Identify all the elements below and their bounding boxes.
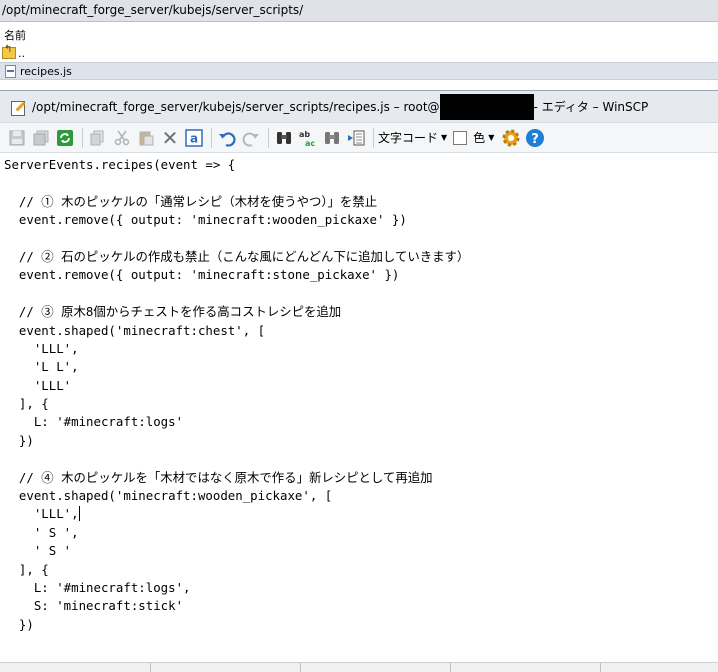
code-line: event.remove({ output: 'minecraft:wooden… xyxy=(4,212,407,228)
svg-text:?: ? xyxy=(532,132,540,147)
reload-icon[interactable] xyxy=(54,127,76,149)
code-line: 'L L', xyxy=(4,359,79,375)
code-line: 'LLL', xyxy=(4,506,80,522)
parent-folder-icon xyxy=(2,44,16,59)
code-line: ' S ' xyxy=(4,543,72,559)
file-row-recipes[interactable]: recipes.js xyxy=(0,62,718,80)
editor-app-icon xyxy=(10,99,26,116)
code-line: L: '#minecraft:logs', xyxy=(4,579,191,595)
paste-icon[interactable] xyxy=(135,127,157,149)
code-line: 'LLL', xyxy=(4,340,79,356)
chevron-down-icon: ▼ xyxy=(441,133,448,142)
redo-icon[interactable] xyxy=(240,127,262,149)
code-line: ' S ', xyxy=(4,524,79,540)
code-line: ServerEvents.recipes(event => { xyxy=(4,157,236,172)
svg-text:a: a xyxy=(190,131,198,145)
editor-toolbar: ✕ a ab ac 文字コード ▼ 色 ▼ ? xyxy=(0,123,718,153)
code-line: // ① 木のピッケルの「通常レシピ（木材を使うやつ）」を禁止 xyxy=(4,193,378,209)
status-bar xyxy=(0,662,718,672)
status-divider xyxy=(150,663,151,672)
code-line: event.shaped('minecraft:chest', [ xyxy=(4,322,266,338)
js-file-icon xyxy=(5,64,16,78)
editor-titlebar: /opt/minecraft_forge_server/kubejs/serve… xyxy=(0,91,718,123)
color-dropdown[interactable]: 色 ▼ xyxy=(473,129,494,146)
find-icon[interactable] xyxy=(273,127,295,149)
cut-icon[interactable] xyxy=(111,127,133,149)
settings-icon[interactable] xyxy=(500,127,522,149)
address-path[interactable]: /opt/minecraft_forge_server/kubejs/serve… xyxy=(0,0,718,22)
code-line: 'LLL' xyxy=(4,377,72,393)
editor-window: /opt/minecraft_forge_server/kubejs/serve… xyxy=(0,90,718,672)
encoding-label: 文字コード xyxy=(378,131,439,145)
title-path: /opt/minecraft_forge_server/kubejs/serve… xyxy=(32,99,440,114)
svg-text:ab: ab xyxy=(299,130,310,139)
svg-text:ac: ac xyxy=(305,139,315,147)
status-divider xyxy=(600,663,601,672)
code-line: }) xyxy=(4,432,34,448)
toolbar-separator xyxy=(82,127,83,148)
find-next-icon[interactable] xyxy=(321,127,343,149)
help-icon[interactable]: ? xyxy=(524,127,546,149)
save-icon[interactable] xyxy=(6,127,28,149)
code-line: // ② 石のピッケルの作成も禁止（こんな風にどんどん下に追加していきます） xyxy=(4,248,470,264)
file-explorer-pane: /opt/minecraft_forge_server/kubejs/serve… xyxy=(0,0,718,90)
code-line: ], { xyxy=(4,561,49,577)
copy-icon[interactable] xyxy=(87,127,109,149)
code-line: }) xyxy=(4,616,34,632)
redacted-host-box xyxy=(439,93,534,120)
code-line: // ④ 木のピッケルを「木材ではなく原木で作る」新レシピとして再追加 xyxy=(4,469,433,485)
toolbar-separator xyxy=(268,127,269,148)
column-header-name[interactable]: 名前 xyxy=(0,22,718,44)
parent-directory-row[interactable]: .. xyxy=(0,44,718,62)
delete-icon[interactable]: ✕ xyxy=(159,126,181,150)
goto-line-icon[interactable] xyxy=(345,127,367,149)
code-line: event.shaped('minecraft:wooden_pickaxe',… xyxy=(4,488,333,504)
code-line: // ③ 原木8個からチェストを作る高コストレシピを追加 xyxy=(4,304,342,320)
select-all-icon[interactable]: a xyxy=(183,127,205,149)
toolbar-separator xyxy=(211,127,212,148)
undo-icon[interactable] xyxy=(216,127,238,149)
status-divider xyxy=(300,663,301,672)
file-name: recipes.js xyxy=(20,64,72,78)
status-divider xyxy=(450,663,451,672)
replace-icon[interactable]: ab ac xyxy=(297,127,319,149)
title-app-name: - エディタ – WinSCP xyxy=(533,100,649,114)
code-line: ], { xyxy=(4,396,49,412)
code-line: S: 'minecraft:stick' xyxy=(4,598,184,614)
toolbar-separator xyxy=(373,127,374,148)
color-swatch[interactable] xyxy=(453,130,468,145)
color-label: 色 xyxy=(473,131,486,145)
code-editor-area[interactable]: ServerEvents.recipes(event => { // ① 木のピ… xyxy=(0,155,718,663)
text-cursor xyxy=(78,506,80,522)
save-all-icon[interactable] xyxy=(30,127,52,149)
code-line: L: '#minecraft:logs' xyxy=(4,414,184,430)
chevron-down-icon: ▼ xyxy=(488,133,495,142)
parent-directory-label: .. xyxy=(18,46,25,60)
code-line: event.remove({ output: 'minecraft:stone_… xyxy=(4,267,400,283)
encoding-dropdown[interactable]: 文字コード ▼ xyxy=(378,129,447,146)
